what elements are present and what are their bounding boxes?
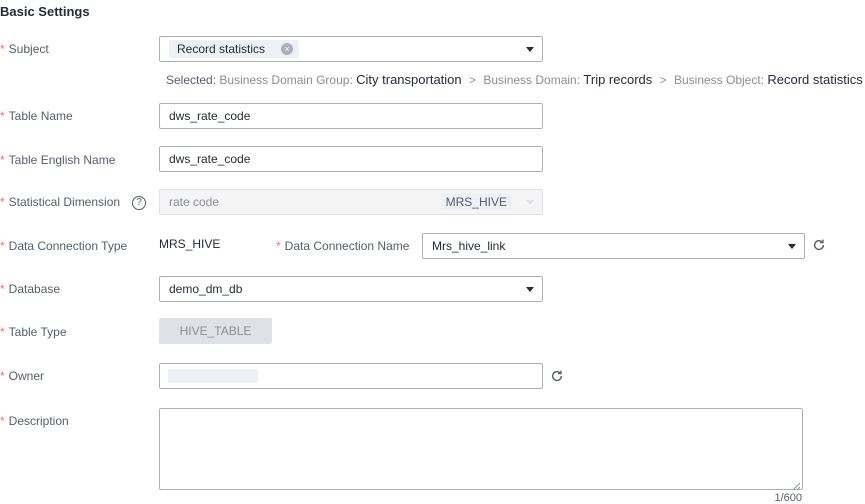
- description-counter: 1/600: [774, 492, 802, 504]
- domain-value: Trip records: [583, 72, 653, 87]
- refresh-icon[interactable]: [549, 368, 565, 384]
- close-icon[interactable]: ×: [281, 43, 294, 55]
- selected-path: Selected: Business Domain Group: City tr…: [166, 72, 863, 87]
- table-name-label: * Table Name: [0, 109, 73, 123]
- table-name-input[interactable]: dws_rate_code: [159, 103, 543, 129]
- chevron-down-icon: [788, 244, 796, 249]
- owner-label: * Owner: [0, 369, 45, 383]
- statistical-dimension-select: rate code MRS_HIVE: [159, 189, 543, 215]
- table-english-name-label: * Table English Name: [0, 153, 116, 167]
- help-icon[interactable]: ?: [132, 195, 147, 210]
- data-connection-name-label: * Data Connection Name: [276, 239, 410, 253]
- database-select[interactable]: demo_dm_db: [159, 276, 543, 302]
- object-key: Business Object:: [673, 73, 765, 87]
- domain-key: Business Domain:: [483, 73, 581, 87]
- resize-grip-icon[interactable]: [792, 479, 801, 491]
- section-title: Basic Settings: [0, 4, 90, 19]
- statistical-dimension-value: rate code: [169, 195, 220, 209]
- path-separator: >: [659, 73, 667, 87]
- description-textarea[interactable]: [159, 408, 803, 491]
- connection-tag: MRS_HIVE: [440, 194, 512, 210]
- chevron-down-icon: [526, 47, 534, 52]
- database-label: * Database: [0, 282, 61, 296]
- required-mark: *: [0, 42, 5, 56]
- object-value: Record statistics: [767, 72, 863, 87]
- owner-value-redacted: [168, 369, 258, 383]
- chevron-down-icon: [526, 200, 534, 205]
- data-connection-name-select[interactable]: Mrs_hive_link: [422, 233, 805, 259]
- subject-label: * Subject: [0, 42, 49, 56]
- subject-chip: Record statistics ×: [169, 40, 300, 58]
- domain-group-key: Business Domain Group:: [219, 73, 353, 87]
- table-type-button: HIVE_TABLE: [159, 318, 272, 344]
- path-separator: >: [468, 73, 476, 87]
- subject-chip-label: Record statistics: [177, 42, 266, 56]
- selected-prefix: Selected:: [166, 73, 217, 87]
- owner-input[interactable]: [159, 363, 543, 389]
- domain-group-value: City transportation: [356, 72, 462, 87]
- description-label: * Description: [0, 414, 69, 428]
- data-connection-name-value: Mrs_hive_link: [432, 239, 506, 253]
- refresh-icon[interactable]: [811, 237, 827, 253]
- data-connection-type-value: MRS_HIVE: [159, 237, 221, 251]
- statistical-dimension-label: * Statistical Dimension?: [0, 195, 147, 210]
- table-type-label: * Table Type: [0, 325, 67, 339]
- chevron-down-icon: [526, 287, 534, 292]
- table-english-name-input[interactable]: dws_rate_code: [159, 146, 543, 172]
- data-connection-type-label: * Data Connection Type: [0, 239, 128, 253]
- database-value: demo_dm_db: [169, 282, 243, 296]
- subject-select[interactable]: Record statistics ×: [159, 36, 543, 62]
